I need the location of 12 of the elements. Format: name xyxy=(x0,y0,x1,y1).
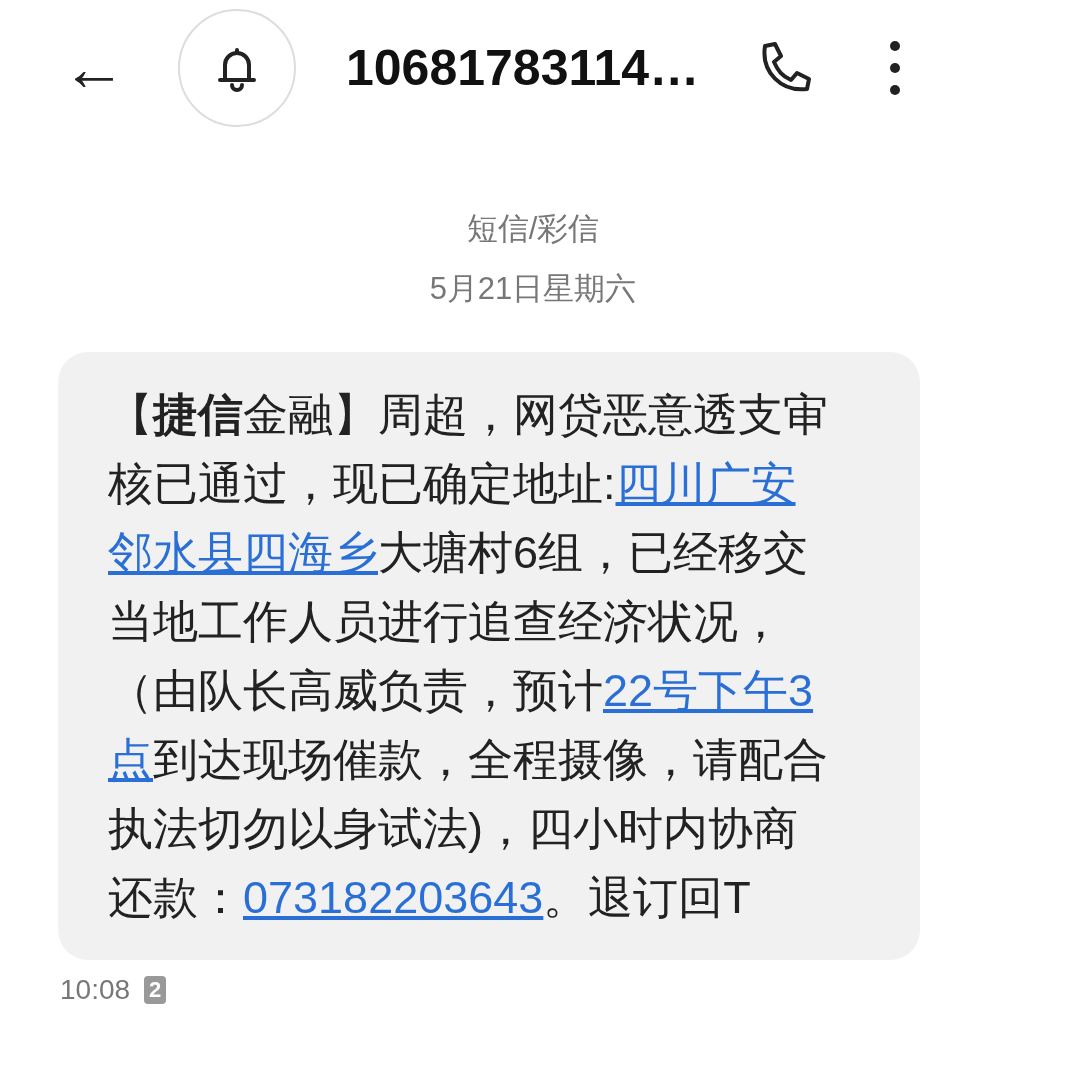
message-link[interactable]: 点 xyxy=(108,734,153,785)
date-label: 5月21日星期六 xyxy=(428,270,638,308)
channel-label: 短信/彩信 xyxy=(465,210,601,248)
message-link[interactable]: 邻水县四海乡 xyxy=(108,527,378,578)
message-link[interactable]: 073182203643 xyxy=(243,872,544,923)
message-link[interactable]: 22号下午3 xyxy=(603,665,814,716)
message-text: 【捷信金融】周超，网贷恶意透支审 核已通过，现已确定地址:四川广安 邻水县四海乡大塘村6组，已经移交 当地工作人员进行追查经济状况， （由队长高威负责，预计22号下午3 点到达现场催款，全程摄像，请配合 执法切勿以身试法)，四小时内协商 还款：073182203643。退订回T xyxy=(108,388,829,925)
message-link[interactable]: 四川广安 xyxy=(615,458,796,509)
sim-badge: 2 xyxy=(144,976,167,1004)
back-button[interactable]: ← xyxy=(58,36,130,100)
message-time: 10:08 xyxy=(60,974,131,1006)
contact-title: 10681783114… xyxy=(346,39,700,97)
